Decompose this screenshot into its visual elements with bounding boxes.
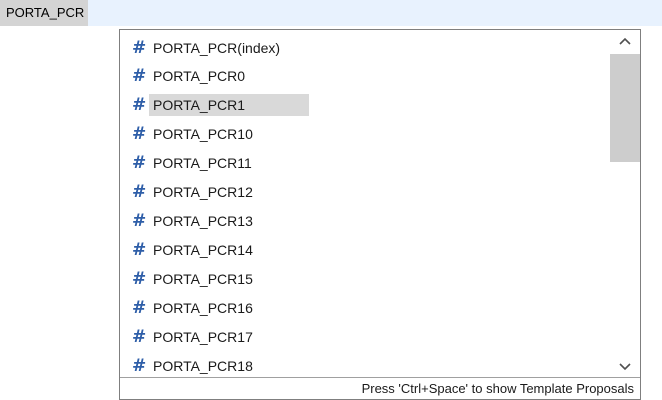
proposal-item[interactable]: # PORTA_PCR(index) [120,34,610,62]
hash-icon: # [132,327,147,347]
proposal-label: PORTA_PCR(index) [153,40,281,56]
proposal-item[interactable]: # PORTA_PCR12 [120,178,610,206]
hash-icon: # [132,182,147,202]
hash-icon: # [132,240,147,260]
hash-icon: # [132,211,147,231]
proposal-label: PORTA_PCR1 [149,94,309,116]
scroll-up-button[interactable] [610,30,640,52]
proposal-item[interactable]: # PORTA_PCR18 [120,352,610,378]
hash-icon: # [132,269,147,289]
proposal-list[interactable]: # PORTA_PCR(index) # PORTA_PCR0 # PORTA_… [120,30,640,378]
proposal-item-selected[interactable]: # PORTA_PCR1 [120,91,610,119]
proposal-label: PORTA_PCR18 [153,358,253,374]
hash-icon: # [132,153,147,173]
typed-text: PORTA_PCR [0,0,89,26]
hash-icon: # [132,356,147,376]
proposal-label: PORTA_PCR10 [153,126,253,142]
chevron-up-icon [619,37,631,45]
proposal-item[interactable]: # PORTA_PCR11 [120,149,610,177]
hash-icon: # [132,298,147,318]
hash-icon: # [132,95,147,115]
proposal-item[interactable]: # PORTA_PCR14 [120,236,610,264]
hash-icon: # [132,124,147,144]
proposal-label: PORTA_PCR15 [153,271,253,287]
proposal-item[interactable]: # PORTA_PCR15 [120,265,610,293]
proposal-label: PORTA_PCR17 [153,329,253,345]
proposal-item[interactable]: # PORTA_PCR16 [120,294,610,322]
popup-status-bar: Press 'Ctrl+Space' to show Template Prop… [120,377,640,399]
proposal-label: PORTA_PCR11 [153,155,252,171]
hash-icon: # [132,66,147,86]
proposal-item[interactable]: # PORTA_PCR17 [120,323,610,351]
proposal-item[interactable]: # PORTA_PCR13 [120,207,610,235]
proposal-label: PORTA_PCR0 [153,68,246,84]
proposal-label: PORTA_PCR16 [153,300,253,316]
hash-icon: # [132,38,147,58]
proposal-label: PORTA_PCR13 [153,213,253,229]
editor-current-line[interactable]: PORTA_PCR [0,0,662,26]
scroll-down-button[interactable] [610,356,640,378]
scrollbar-thumb[interactable] [610,54,640,162]
content-assist-popup[interactable]: # PORTA_PCR(index) # PORTA_PCR0 # PORTA_… [119,29,641,400]
proposal-item[interactable]: # PORTA_PCR0 [120,62,610,90]
chevron-down-icon [619,363,631,371]
proposal-item[interactable]: # PORTA_PCR10 [120,120,610,148]
proposal-label: PORTA_PCR14 [153,242,253,258]
proposal-label: PORTA_PCR12 [153,184,253,200]
vertical-scrollbar[interactable] [610,30,640,378]
